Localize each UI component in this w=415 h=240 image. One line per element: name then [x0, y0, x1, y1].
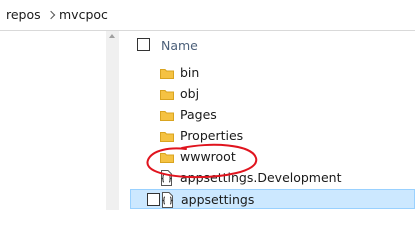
folder-icon: [160, 90, 174, 100]
select-all-checkbox[interactable]: [137, 38, 150, 51]
file-name: obj: [180, 86, 200, 101]
file-name: Properties: [180, 128, 244, 143]
navigation-pane: [0, 31, 106, 210]
address-bar[interactable]: repos mvcpoc: [0, 0, 415, 31]
breadcrumb-item-repos[interactable]: repos: [6, 7, 41, 22]
list-item-bin[interactable]: bin: [130, 63, 415, 83]
breadcrumb-item-mvcpoc[interactable]: mvcpoc: [59, 7, 108, 22]
folder-icon: [160, 132, 174, 142]
file-name: Pages: [180, 107, 217, 122]
folder-icon: [160, 69, 174, 79]
list-item-obj[interactable]: obj: [130, 84, 415, 104]
navigation-pane-scrollbar[interactable]: [106, 31, 119, 210]
breadcrumb-chevron-icon: [46, 10, 56, 20]
column-header-name[interactable]: Name: [161, 38, 198, 53]
list-item-pages[interactable]: Pages: [130, 105, 415, 125]
list-item-appsettings[interactable]: appsettings: [130, 189, 415, 209]
folder-icon: [160, 111, 174, 121]
json-file-icon: [161, 192, 174, 208]
file-name: bin: [180, 65, 200, 80]
file-name: appsettings: [181, 192, 255, 207]
scroll-up-arrow-icon[interactable]: [109, 34, 115, 38]
red-circle-annotation: [146, 143, 258, 179]
